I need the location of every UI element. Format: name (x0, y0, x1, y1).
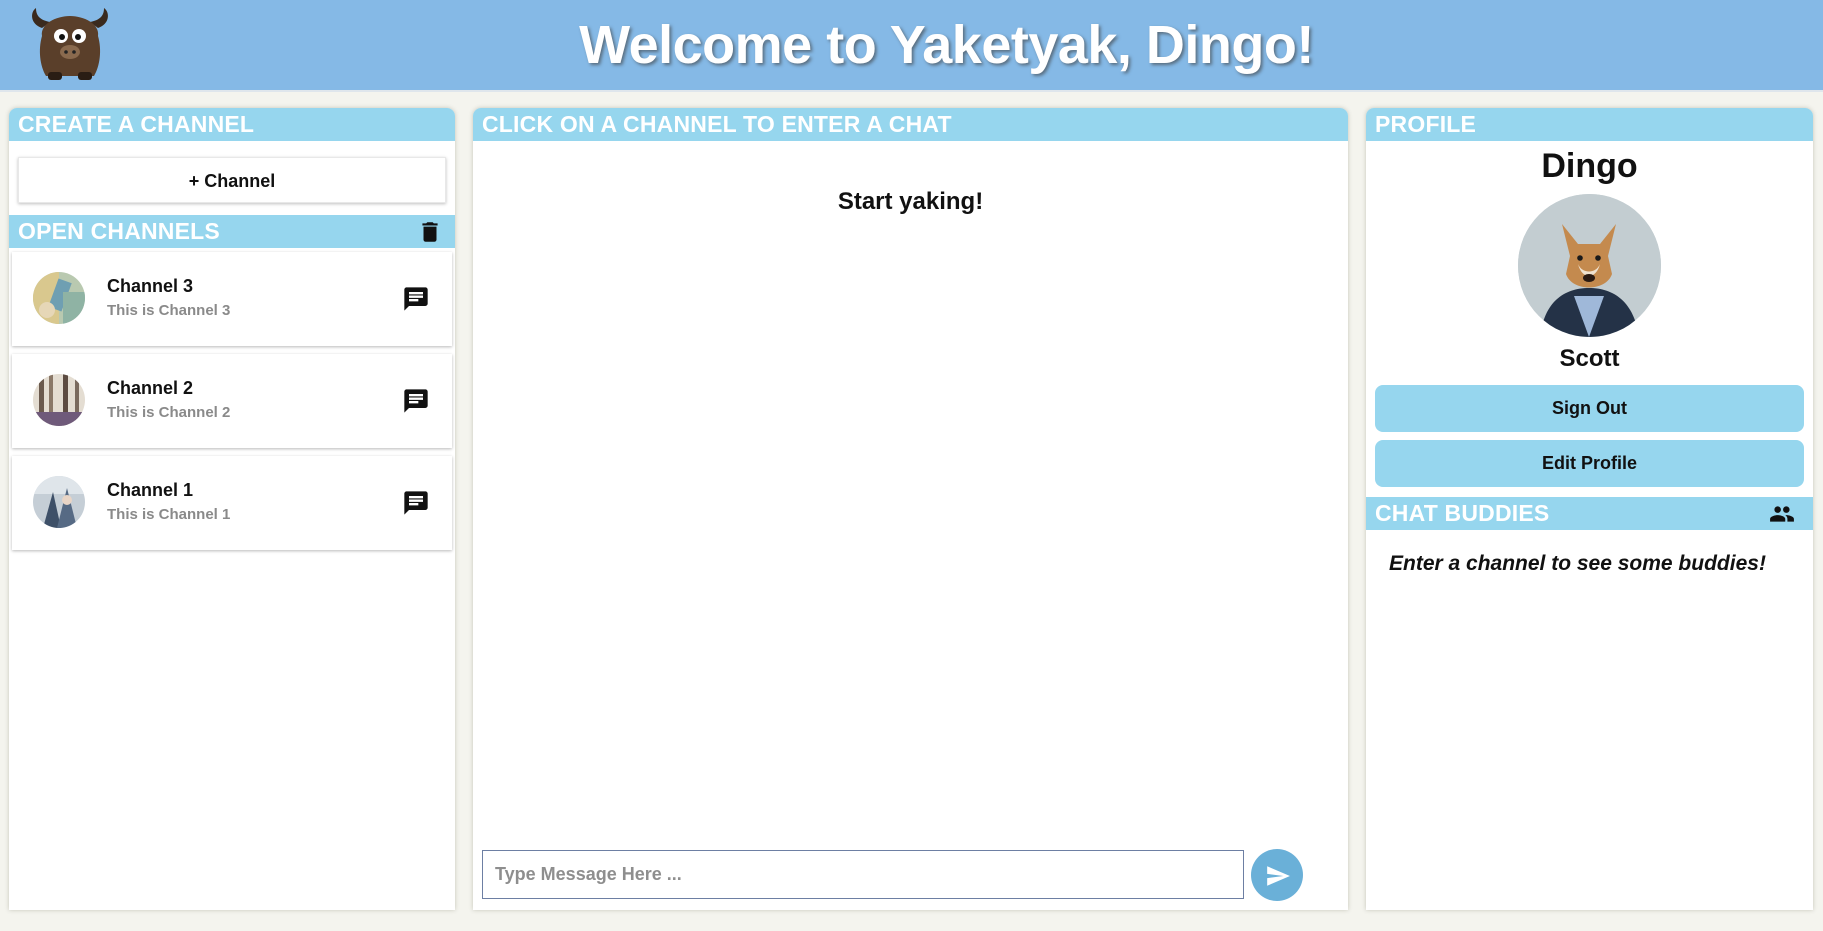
channel-name: Channel 3 (107, 276, 194, 296)
channel-item-1[interactable]: Channel 1 This is Channel 1 (12, 456, 452, 550)
channel-avatar (33, 374, 85, 426)
sign-out-button[interactable]: Sign Out (1375, 385, 1804, 432)
send-icon (1267, 866, 1290, 886)
chat-panel: CLICK ON A CHANNEL TO ENTER A CHAT Start… (473, 108, 1348, 910)
start-message: Start yaking! (837, 188, 984, 215)
chat-icon[interactable] (402, 387, 430, 415)
channel-description: This is Channel 1 (107, 506, 231, 523)
add-channel-button[interactable]: + Channel (18, 157, 446, 203)
create-channel-header: CREATE A CHANNEL (9, 108, 455, 141)
channel-description: This is Channel 3 (107, 302, 231, 319)
chat-buddies-title: CHAT BUDDIES (1375, 500, 1550, 526)
channel-avatar (33, 272, 85, 324)
buddies-empty-message: Enter a channel to see some buddies! (1389, 552, 1766, 575)
chat-header: CLICK ON A CHANNEL TO ENTER A CHAT (473, 108, 1348, 141)
channel-list: Channel 3 This is Channel 3 Channel 2 Th… (9, 248, 455, 550)
app-header: Welcome to Yaketyak, Dingo! (0, 0, 1823, 92)
chat-icon[interactable] (402, 285, 430, 313)
channel-name: Channel 2 (107, 378, 194, 398)
profile-panel: PROFILE Dingo Scott Sign Out Edit Profil… (1366, 108, 1813, 910)
channel-item-2[interactable]: Channel 2 This is Channel 2 (12, 354, 452, 448)
profile-real-name: Scott (1559, 345, 1620, 372)
people-icon (1767, 501, 1797, 527)
profile-username: Dingo (1541, 147, 1638, 185)
chat-buddies-header: CHAT BUDDIES (1366, 497, 1813, 530)
avatar (1518, 194, 1661, 337)
channel-name: Channel 1 (107, 480, 194, 500)
channels-panel: CREATE A CHANNEL + Channel OPEN CHANNELS… (9, 108, 455, 910)
send-button[interactable] (1251, 849, 1303, 901)
channel-description: This is Channel 2 (107, 404, 231, 421)
open-channels-title: OPEN CHANNELS (18, 218, 220, 244)
open-channels-header: OPEN CHANNELS (9, 215, 455, 248)
chat-icon[interactable] (402, 489, 430, 517)
channel-avatar (33, 476, 85, 528)
edit-profile-button[interactable]: Edit Profile (1375, 440, 1804, 487)
channel-item-3[interactable]: Channel 3 This is Channel 3 (12, 252, 452, 346)
trash-icon[interactable] (417, 219, 443, 245)
message-input[interactable] (482, 850, 1244, 899)
page-title: Welcome to Yaketyak, Dingo! (579, 15, 1314, 75)
profile-header: PROFILE (1366, 108, 1813, 141)
